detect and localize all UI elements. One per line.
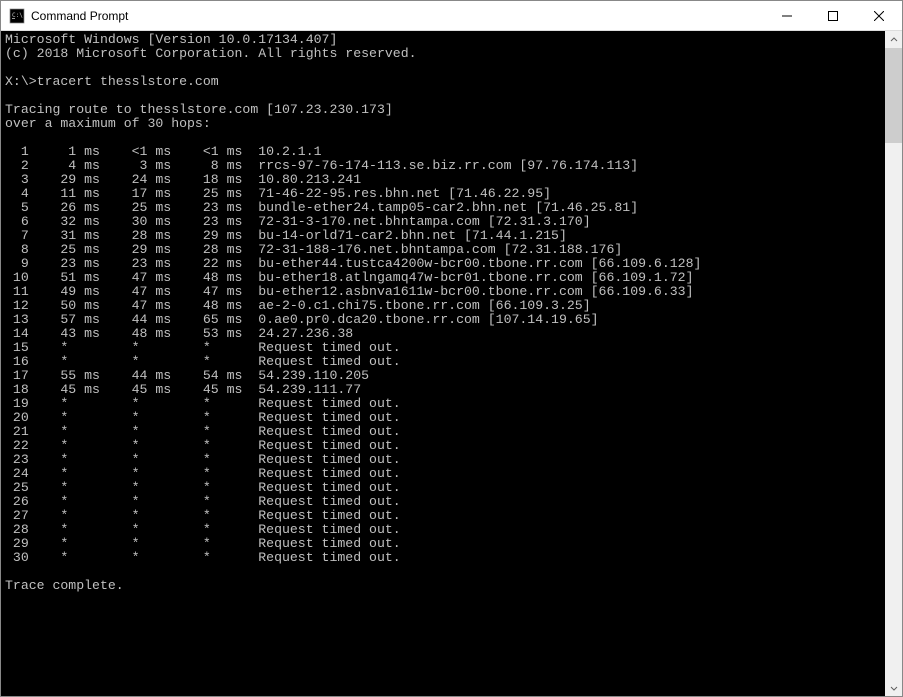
maximize-button[interactable] xyxy=(810,1,856,30)
scroll-track[interactable] xyxy=(885,48,902,679)
close-button[interactable] xyxy=(856,1,902,30)
cmd-icon: C:\ xyxy=(9,8,25,24)
titlebar[interactable]: C:\ Command Prompt xyxy=(1,1,902,31)
command-prompt-window: C:\ Command Prompt Microsoft Windows [Ve… xyxy=(0,0,903,697)
scroll-down-icon[interactable] xyxy=(885,679,902,696)
scroll-thumb[interactable] xyxy=(885,48,902,143)
terminal-output[interactable]: Microsoft Windows [Version 10.0.17134.40… xyxy=(1,31,885,696)
window-controls xyxy=(764,1,902,30)
scroll-up-icon[interactable] xyxy=(885,31,902,48)
window-title: Command Prompt xyxy=(31,9,764,23)
vertical-scrollbar[interactable] xyxy=(885,31,902,696)
svg-text:C:\: C:\ xyxy=(12,12,23,19)
terminal-area: Microsoft Windows [Version 10.0.17134.40… xyxy=(1,31,902,696)
minimize-button[interactable] xyxy=(764,1,810,30)
